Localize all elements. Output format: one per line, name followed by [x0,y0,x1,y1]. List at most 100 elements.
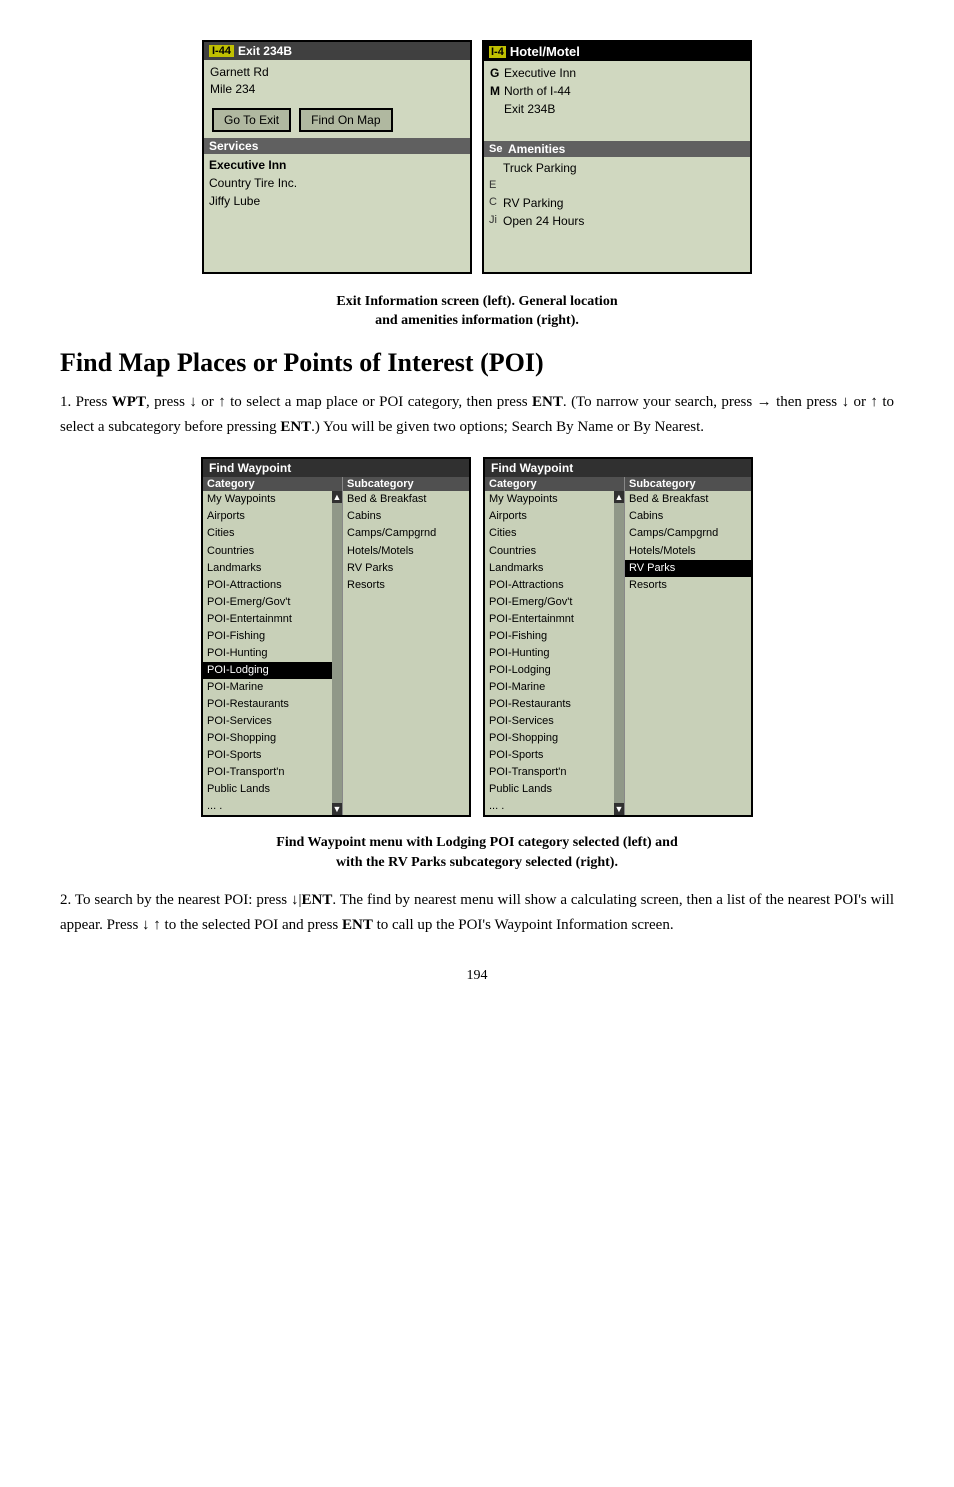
rwp-sub-0: Bed & Breakfast [625,491,751,508]
amenity-letter-ji: Ji [489,212,503,229]
wp-cat-3: Countries [203,543,332,560]
right-screen-body: G Executive Inn M North of I-44 Exit 234… [484,61,750,141]
wp-sub-0: Bed & Breakfast [343,491,469,508]
section-heading: Find Map Places or Points of Interest (P… [60,347,894,378]
scroll-down-arrow: ▼ [332,803,342,815]
rwp-cat-17: Public Lands [485,781,614,798]
right-waypoint-screen: Find Waypoint Category My Waypoints Airp… [483,457,753,817]
amenity-text-3: RV Parking [503,194,563,212]
rwp-cat-11: POI-Marine [485,679,614,696]
right-divider [490,118,744,138]
wp-sub-5: Resorts [343,577,469,594]
right-exit-screen: I-4 Hotel/Motel G Executive Inn M North … [482,40,752,274]
right-subcat-list: Bed & Breakfast Cabins Camps/Campgrnd Ho… [625,491,751,593]
wp-cat-13: POI-Services [203,713,332,730]
rwp-cat-16: POI-Transport'n [485,764,614,781]
amenity-3: C RV Parking [489,194,745,212]
left-cat-scrollbar: ▲ ▼ [332,491,342,815]
left-wp-header: Find Waypoint [203,459,469,477]
wp-cat-15: POI-Sports [203,747,332,764]
left-subcat-list: Bed & Breakfast Cabins Camps/Campgrnd Ho… [343,491,469,593]
rwp-cat-9: POI-Hunting [485,645,614,662]
left-screen-body: Garnett Rd Mile 234 [204,60,470,102]
wp-cat-1: Airports [203,508,332,525]
find-on-map-button[interactable]: Find On Map [299,108,392,132]
wp-cat-6: POI-Emerg/Gov't [203,594,332,611]
right-screen-header: I-4 Hotel/Motel [484,42,750,61]
right-text-3: Exit 234B [504,100,555,118]
wp-cat-5: POI-Attractions [203,577,332,594]
service-item-3: Jiffy Lube [209,192,465,210]
wp-cat-14: POI-Shopping [203,730,332,747]
go-to-exit-button[interactable]: Go To Exit [212,108,291,132]
rwp-cat-8: POI-Fishing [485,628,614,645]
right-line-exit: Exit 234B [490,100,744,118]
right-wp-header: Find Waypoint [485,459,751,477]
left-exit-screen: I-44 Exit 234B Garnett Rd Mile 234 Go To… [202,40,472,274]
rwp-cat-4: Landmarks [485,560,614,577]
letter-g: G [490,64,504,82]
left-subcat-header: Subcategory [343,477,469,491]
left-category-col: Category My Waypoints Airports Cities Co… [203,477,343,815]
left-line-1: Garnett Rd [210,64,464,81]
wp-sub-1: Cabins [343,508,469,525]
caption-2: Find Waypoint menu with Lodging POI cate… [60,833,894,872]
right-line-g: G Executive Inn [490,64,744,82]
right-wp-cols: Category My Waypoints Airports Cities Co… [485,477,751,815]
rwp-cat-6: POI-Emerg/Gov't [485,594,614,611]
wp-cat-9: POI-Hunting [203,645,332,662]
left-subcat-col: Subcategory Bed & Breakfast Cabins Camps… [343,477,469,815]
rwp-cat-13: POI-Services [485,713,614,730]
left-line-2: Mile 234 [210,81,464,98]
rwp-sub-4-selected: RV Parks [625,560,751,577]
rwp-cat-5: POI-Attractions [485,577,614,594]
letter-m: M [490,82,504,100]
wp-cat-8: POI-Fishing [203,628,332,645]
r-scroll-thumb [614,503,624,803]
amenity-letter-e: E [489,177,503,194]
left-cat-list: My Waypoints Airports Cities Countries L… [203,491,332,815]
left-screen-buttons: Go To Exit Find On Map [204,102,470,138]
right-cat-header: Category [485,477,624,491]
right-marker: I-4 [489,46,506,58]
r-scroll-up-arrow: ▲ [614,491,624,503]
rwp-cat-14: POI-Shopping [485,730,614,747]
rwp-cat-12: POI-Restaurants [485,696,614,713]
rwp-cat-1: Airports [485,508,614,525]
rwp-sub-1: Cabins [625,508,751,525]
amenity-letter-c: C [489,194,503,211]
para-1: 1. Press WPT, press ↓ or ↑ to select a m… [60,390,894,440]
right-cat-list-row: My Waypoints Airports Cities Countries L… [485,491,624,815]
wp-sub-4: RV Parks [343,560,469,577]
caption-1: Exit Information screen (left). General … [60,292,894,331]
wp-cat-11: POI-Marine [203,679,332,696]
amenity-text-4: Open 24 Hours [503,212,584,230]
services-header: Services [204,138,470,154]
waypoint-screens-row: Find Waypoint Category My Waypoints Airp… [60,457,894,817]
left-screen-header: I-44 Exit 234B [204,42,470,60]
r-scroll-down-arrow: ▼ [614,803,624,815]
rwp-cat-18: ... . [485,798,614,815]
left-wp-cols: Category My Waypoints Airports Cities Co… [203,477,469,815]
page-number: 194 [60,968,894,984]
caption-2-line2: with the RV Parks subcategory selected (… [336,855,618,870]
right-text-2: North of I-44 [504,82,571,100]
left-cat-list-row: My Waypoints Airports Cities Countries L… [203,491,342,815]
left-header-title: Exit 234B [238,44,292,58]
wp-cat-17: Public Lands [203,781,332,798]
wp-cat-7: POI-Entertainmnt [203,611,332,628]
amenity-1: Truck Parking [489,159,745,177]
left-marker: I-44 [209,45,234,57]
rwp-sub-3: Hotels/Motels [625,543,751,560]
scroll-up-arrow: ▲ [332,491,342,503]
right-line-m: M North of I-44 [490,82,744,100]
amenities-list: Truck Parking E C RV Parking Ji Open 24 … [484,157,750,232]
exit-screens-row: I-44 Exit 234B Garnett Rd Mile 234 Go To… [60,40,894,274]
rwp-sub-2: Camps/Campgrnd [625,525,751,542]
rwp-cat-0: My Waypoints [485,491,614,508]
caption-1-line2: and amenities information (right). [375,313,579,328]
wp-cat-2: Cities [203,525,332,542]
wp-cat-16: POI-Transport'n [203,764,332,781]
rwp-cat-3: Countries [485,543,614,560]
right-cat-list: My Waypoints Airports Cities Countries L… [485,491,614,815]
